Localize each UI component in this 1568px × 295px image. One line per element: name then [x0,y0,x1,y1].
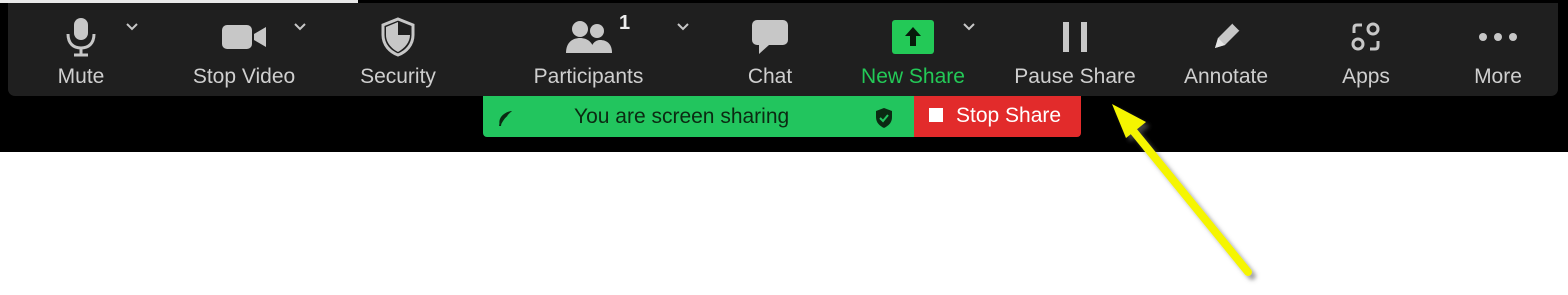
shield-icon [352,15,444,59]
chat-button[interactable]: Chat [732,3,808,96]
new-share-label: New Share [861,65,965,88]
participants-count-badge: 1 [619,12,631,34]
pause-share-button[interactable]: Pause Share [1012,3,1138,96]
leaf-icon [496,106,516,128]
stop-video-button[interactable]: Stop Video [186,3,302,96]
participants-options-chevron-down-icon[interactable] [673,15,693,39]
new-share-button[interactable]: New Share [856,3,970,96]
stop-share-label: Stop Share [956,104,1062,127]
video-options-chevron-down-icon[interactable] [290,15,310,39]
apps-icon [1326,15,1406,59]
annotate-button[interactable]: Annotate [1176,3,1276,96]
mute-button[interactable]: Mute [38,3,124,96]
participants-button[interactable]: Participants [526,3,651,96]
chat-label: Chat [747,65,793,88]
more-button[interactable]: More [1460,3,1536,96]
shield-check-icon [873,107,895,129]
video-camera-icon [186,15,302,59]
pencil-icon [1176,15,1276,59]
share-up-arrow-icon [856,15,970,59]
apps-button[interactable]: Apps [1326,3,1406,96]
chat-bubble-icon [732,15,808,59]
mute-label: Mute [57,65,105,88]
annotate-label: Annotate [1183,65,1269,88]
more-dots-icon [1460,15,1536,59]
share-options-chevron-down-icon[interactable] [959,15,979,39]
screen-sharing-status-text: You are screen sharing [574,105,790,128]
apps-label: Apps [1342,65,1390,88]
people-icon [526,15,651,59]
meeting-toolbar: Mute Stop Video Security Participants 1 … [8,3,1558,96]
stop-video-label: Stop Video [192,65,296,88]
stop-square-icon [929,108,943,122]
more-label: More [1474,65,1522,88]
microphone-icon [38,15,124,59]
security-label: Security [360,65,436,88]
stop-share-button[interactable]: Stop Share [914,96,1081,137]
mute-options-chevron-down-icon[interactable] [122,15,142,39]
participants-label: Participants [533,65,644,88]
pause-share-label: Pause Share [1014,65,1136,88]
security-button[interactable]: Security [352,3,444,96]
pause-icon [1012,15,1138,59]
screen-sharing-status-bar: You are screen sharing [483,96,914,137]
